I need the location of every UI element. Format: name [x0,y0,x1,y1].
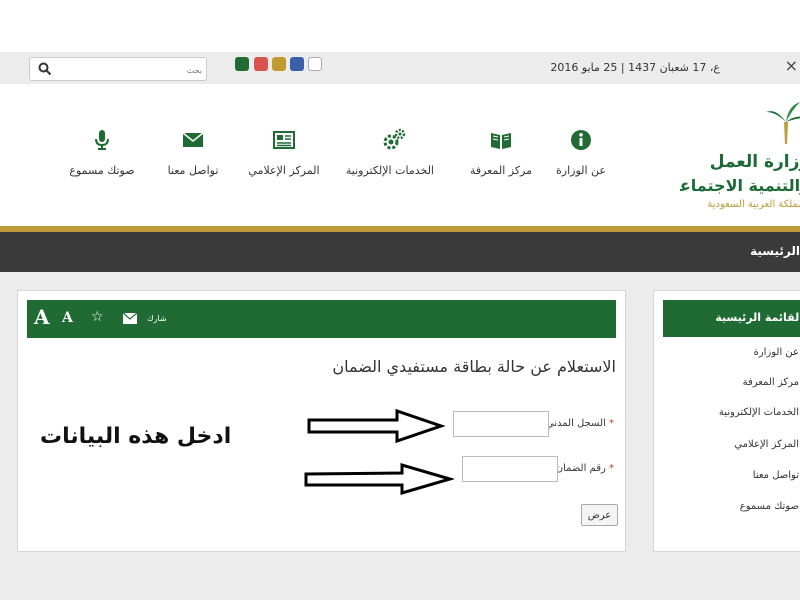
nav-item-your-voice[interactable]: صوتك مسموع [62,128,142,177]
share-button[interactable]: شارك [147,314,167,323]
logo-line-2: والتنمية الاجتماعية [680,176,800,195]
arrow-icon [304,463,454,495]
sidebar-item-e-services[interactable]: الخدمات الإلكترونية [719,407,799,418]
ministry-logo[interactable]: وزارة العمل والتنمية الاجتماعية المملكة … [680,102,800,214]
nav-label: مركز المعرفة [469,164,533,177]
nav-label: تواصل معنا [167,164,219,177]
sidebar-item-about[interactable]: عن الوزارة [754,347,799,358]
book-icon [491,133,511,149]
breadcrumb-bar: الرئيسية [0,232,800,272]
nav-item-knowledge-center[interactable]: مركز المعرفة [461,128,541,177]
nav-label: المركز الإعلامي [248,164,320,177]
sidebar-title: القائمة الرئيسية [715,311,800,324]
newspaper-icon [273,131,295,149]
star-icon[interactable]: ☆ [91,309,104,325]
decrease-font-button[interactable]: A [62,310,73,326]
nav-item-about[interactable]: عن الوزارة [541,128,621,177]
security-number-label: * رقم الضمان [556,463,614,474]
nav-label: صوتك مسموع [69,164,135,177]
theme-swatch-white[interactable] [308,57,322,71]
palm-tree-icon [766,102,800,144]
field-label-text: السجل المدني [545,418,606,429]
nav-label: الخدمات الإلكترونية [345,164,434,177]
sidebar-item-knowledge-center[interactable]: مركز المعرفة [743,377,799,388]
article-toolbar: A A ☆ شارك [27,300,616,338]
microphone-icon [95,130,109,150]
theme-swatch-green[interactable] [235,57,249,71]
search-box[interactable] [29,57,207,81]
gears-icon [383,128,406,150]
top-blank-area [0,0,800,52]
search-input[interactable] [58,60,204,80]
annotation-text: ادخل هذه البيانات [40,424,232,449]
required-marker: * [609,463,614,474]
civil-record-input[interactable] [453,411,549,437]
nav-item-media-center[interactable]: المركز الإعلامي [244,128,324,177]
submit-button[interactable]: عرض [581,504,618,526]
civil-record-label: * السجل المدني [546,418,614,429]
theme-swatch-blue[interactable] [290,57,304,71]
nav-item-e-services[interactable]: الخدمات الإلكترونية [345,128,434,177]
nav-item-contact[interactable]: تواصل معنا [153,128,233,177]
sidebar-item-contact[interactable]: تواصل معنا [753,470,799,481]
breadcrumb-home[interactable]: الرئيسية [750,244,800,258]
theme-swatch-red[interactable] [254,57,268,71]
increase-font-button[interactable]: A [34,305,50,329]
nav-label: عن الوزارة [556,164,606,177]
current-date: ع، 17 شعبان 1437 | 25 مايو 2016 [550,61,720,74]
sidebar-item-your-voice[interactable]: صوتك مسموع [740,501,799,512]
arrow-icon [307,408,445,444]
sidebar-item-media-center[interactable]: المركز الإعلامي [734,439,799,450]
theme-swatch-gold[interactable] [272,57,286,71]
sidebar-header: القائمة الرئيسية [663,300,800,337]
page-title: الاستعلام عن حالة بطاقة مستفيدي الضمان [332,357,616,376]
required-marker: * [609,418,614,429]
info-icon [571,130,591,150]
envelope-icon [182,132,204,147]
security-number-input[interactable] [462,456,558,482]
field-label-text: رقم الضمان [555,463,606,474]
logo-line-3: المملكة العربية السعودية [707,199,800,210]
logo-line-1: وزارة العمل [709,152,800,172]
search-icon[interactable] [38,62,52,76]
sidebar-menu: القائمة الرئيسية عن الوزارة مركز المعرفة… [653,290,800,552]
mail-icon[interactable] [123,313,137,324]
close-icon[interactable]: × [785,56,798,75]
